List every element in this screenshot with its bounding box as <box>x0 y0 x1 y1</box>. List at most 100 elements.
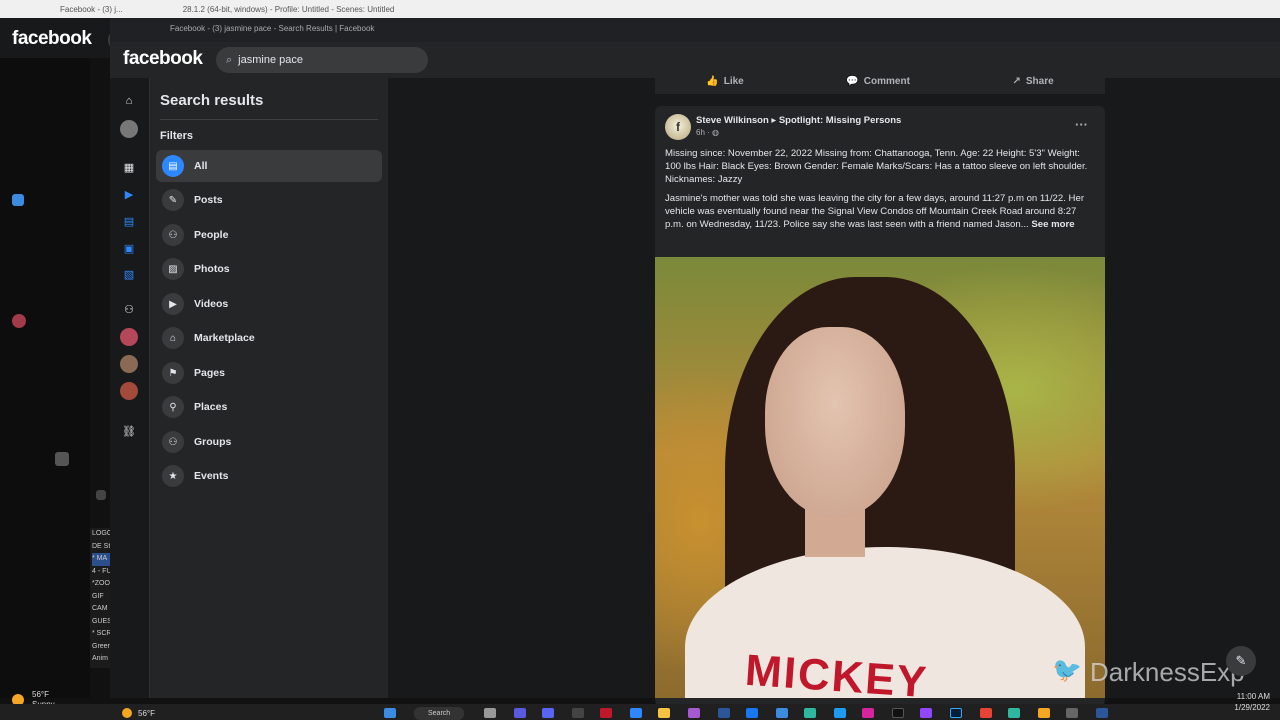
filter-videos[interactable]: ▶ Videos <box>156 288 382 320</box>
profile-avatar[interactable] <box>120 120 138 138</box>
filter-label: Events <box>194 470 229 482</box>
post-time[interactable]: 6h · ◍ <box>696 128 719 137</box>
obs-source[interactable]: GIF <box>92 591 112 604</box>
videos-icon: ▶ <box>162 293 184 315</box>
post-photo[interactable]: MICKEY <box>655 257 1105 698</box>
share-button[interactable]: ↗ Share <box>1012 76 1053 87</box>
twitter-icon[interactable] <box>834 708 846 718</box>
feeds-icon[interactable]: ▧ <box>120 265 138 283</box>
post-text-paragraph: Missing since: November 22, 2022 Missing… <box>665 148 1088 185</box>
group-avatar[interactable] <box>120 328 138 346</box>
filter-places[interactable]: ⚲ Places <box>156 391 382 423</box>
list-icon[interactable] <box>96 490 106 500</box>
gaming-icon[interactable]: ▣ <box>120 239 138 257</box>
filter-label: Videos <box>194 298 229 310</box>
word-icon[interactable] <box>718 708 730 718</box>
star-icon[interactable] <box>55 452 69 466</box>
obs-source[interactable]: * SCR <box>92 628 112 641</box>
search-input[interactable]: ⌕ jasmine pace <box>216 47 428 73</box>
group-avatar[interactable] <box>120 355 138 373</box>
filter-label: People <box>194 229 229 241</box>
store-icon[interactable] <box>630 708 642 718</box>
sun-icon <box>122 708 132 718</box>
groups-icon[interactable]: ⚇ <box>120 300 138 318</box>
edge-icon[interactable] <box>804 708 816 718</box>
app-icon[interactable] <box>1038 708 1050 718</box>
obs-source[interactable]: GUES <box>92 616 112 629</box>
teams-icon[interactable] <box>514 708 526 718</box>
filter-posts[interactable]: ✎ Posts <box>156 184 382 216</box>
photoshop-icon[interactable] <box>950 708 962 718</box>
instagram-icon[interactable] <box>862 708 874 718</box>
author-avatar[interactable]: f <box>665 114 691 140</box>
share-icon: ↗ <box>1012 75 1021 87</box>
new-message-button[interactable]: ✎ <box>1226 646 1256 676</box>
see-more-link[interactable]: See more <box>1031 219 1074 230</box>
file-explorer-icon[interactable] <box>658 708 670 718</box>
places-icon: ⚲ <box>162 396 184 418</box>
obs-source[interactable]: *ZOO <box>92 578 112 591</box>
facebook-logo[interactable]: facebook <box>123 48 203 70</box>
marketplace-icon[interactable]: ▤ <box>120 212 138 230</box>
photo-face <box>765 327 905 517</box>
filter-label: Posts <box>194 194 223 206</box>
menu-grid-icon[interactable]: ▦ <box>120 158 138 176</box>
app-icon[interactable] <box>1066 708 1078 718</box>
facebook-app-icon[interactable] <box>746 708 758 718</box>
app-icon[interactable] <box>776 708 788 718</box>
filter-photos[interactable]: ▨ Photos <box>156 253 382 285</box>
obs-left-panel <box>0 58 106 698</box>
filter-marketplace[interactable]: ⌂ Marketplace <box>156 322 382 354</box>
windows-start-icon[interactable] <box>384 708 396 718</box>
filter-all[interactable]: ▤ All <box>156 150 382 182</box>
comment-button[interactable]: 💬 Comment <box>846 76 910 87</box>
filter-events[interactable]: ★ Events <box>156 460 382 492</box>
author-name[interactable]: Steve Wilkinson <box>696 115 769 126</box>
group-avatar[interactable] <box>120 382 138 400</box>
discord-icon[interactable] <box>542 708 554 718</box>
app-icon[interactable] <box>688 708 700 718</box>
search-icon: ⌕ <box>226 53 233 66</box>
like-button[interactable]: 👍 Like <box>706 76 743 87</box>
all-icon: ▤ <box>162 155 184 177</box>
filter-people[interactable]: ⚇ People <box>156 219 382 251</box>
group-name[interactable]: Spotlight: Missing Persons <box>779 115 901 126</box>
app-icon[interactable] <box>1096 708 1108 718</box>
more-options-icon[interactable]: ··· <box>1075 117 1088 132</box>
marketplace-icon: ⌂ <box>162 327 184 349</box>
link-icon[interactable]: ⛓ <box>120 422 138 440</box>
chrome-icon[interactable] <box>980 708 992 718</box>
twitch-icon[interactable] <box>920 708 932 718</box>
inner-tab-title[interactable]: Facebook - (3) jasmine pace - Search Res… <box>170 24 374 33</box>
obs-source[interactable]: CAM <box>92 603 112 616</box>
thumbs-up-icon: 👍 <box>706 75 719 87</box>
obs-window-title: 28.1.2 (64-bit, windows) - Profile: Unti… <box>182 4 395 14</box>
taskbar-search[interactable]: Search <box>414 707 464 720</box>
watch-icon[interactable]: ▶ <box>120 185 138 203</box>
tiktok-icon[interactable] <box>892 708 904 718</box>
post-text: Jasmine's mother was told she was leavin… <box>665 193 1085 230</box>
filter-pages[interactable]: ⚑ Pages <box>156 357 382 389</box>
taskbar-weather[interactable]: 56°F <box>122 708 155 718</box>
home-icon[interactable]: ⌂ <box>120 92 138 110</box>
app-icon[interactable] <box>1008 708 1020 718</box>
obs-source[interactable]: DE St <box>92 541 112 554</box>
outer-tab-title[interactable]: Facebook - (3) j... <box>60 5 123 14</box>
blurred-app-icon <box>12 194 24 206</box>
obs-source[interactable]: Anim <box>92 653 112 666</box>
twitter-bird-icon: 🐦 <box>1052 657 1082 684</box>
app-icon[interactable] <box>600 708 612 718</box>
photos-icon: ▨ <box>162 258 184 280</box>
obs-icon[interactable] <box>572 708 584 718</box>
obs-source[interactable]: * MA <box>92 553 112 566</box>
filter-label: Places <box>194 401 228 413</box>
filter-groups[interactable]: ⚇ Groups <box>156 426 382 458</box>
filter-label: Groups <box>194 436 232 448</box>
system-clock[interactable]: 11:00 AM 1/29/2022 <box>1230 691 1270 713</box>
obs-source[interactable]: 4 - FU <box>92 566 112 579</box>
obs-source[interactable]: LOGO <box>92 528 112 541</box>
task-view-icon[interactable] <box>484 708 496 718</box>
obs-source[interactable]: Greer <box>92 641 112 654</box>
outer-facebook-logo[interactable]: facebook <box>12 28 92 50</box>
divider <box>160 119 378 120</box>
